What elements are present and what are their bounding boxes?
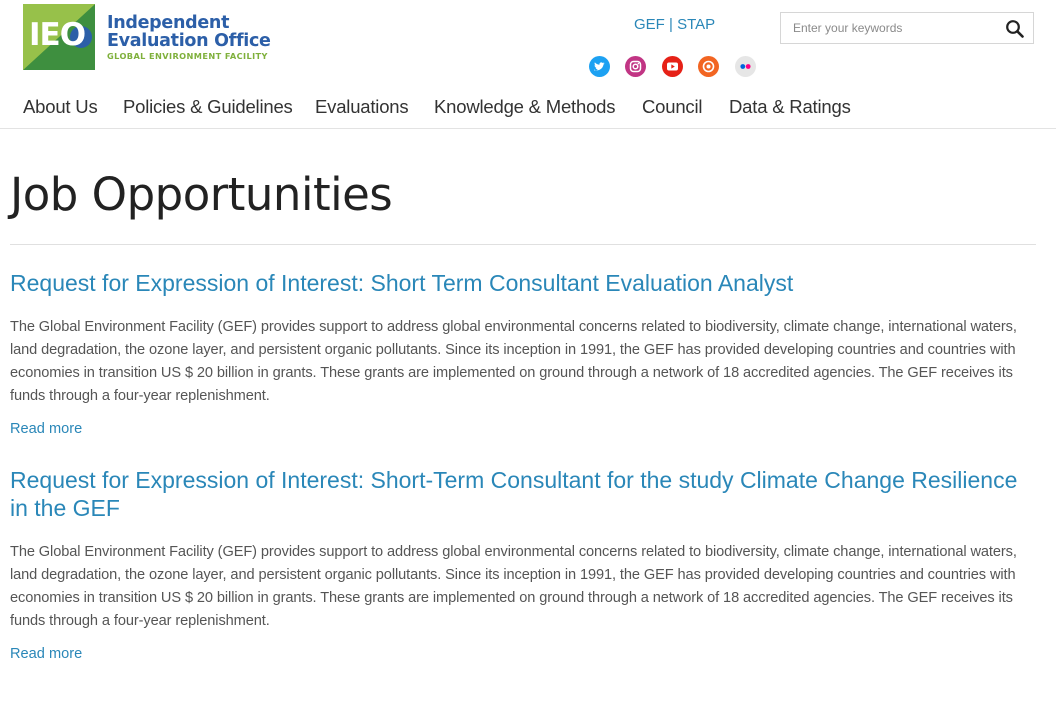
twitter-icon[interactable] xyxy=(589,56,610,77)
job-title: Request for Expression of Interest: Shor… xyxy=(10,466,1036,522)
job-description: The Global Environment Facility (GEF) pr… xyxy=(10,319,1017,404)
job-title: Request for Expression of Interest: Shor… xyxy=(10,269,1036,297)
page-title: Job Opportunities xyxy=(10,168,393,221)
logo-line-1: Independent xyxy=(107,13,230,33)
title-divider xyxy=(10,244,1036,245)
top-links: GEF | STAP xyxy=(634,16,715,33)
site-logo[interactable]: IEO Independent Evaluation Office GLOBAL… xyxy=(23,4,273,72)
youtube-icon[interactable] xyxy=(662,56,683,77)
nav-knowledge-methods[interactable]: Knowledge & Methods xyxy=(434,96,616,118)
logo-wordmark: Independent Evaluation Office GLOBAL ENV… xyxy=(107,14,271,60)
nav-data-ratings[interactable]: Data & Ratings xyxy=(729,96,851,118)
job-listing: Request for Expression of Interest: Shor… xyxy=(10,269,1036,438)
stap-link[interactable]: STAP xyxy=(677,16,715,33)
search-input[interactable] xyxy=(781,13,1003,43)
ieo-logo-icon: IEO xyxy=(23,4,95,70)
job-title-link[interactable]: Request for Expression of Interest: Shor… xyxy=(10,270,793,296)
nav-council[interactable]: Council xyxy=(642,96,702,118)
job-description: The Global Environment Facility (GEF) pr… xyxy=(10,544,1017,629)
nav-evaluations[interactable]: Evaluations xyxy=(315,96,409,118)
logo-line-3: GLOBAL ENVIRONMENT FACILITY xyxy=(107,51,268,61)
read-more-link[interactable]: Read more xyxy=(10,421,82,437)
nav-about-us[interactable]: About Us xyxy=(23,96,98,118)
read-more-link[interactable]: Read more xyxy=(10,646,82,662)
gef-link[interactable]: GEF xyxy=(634,16,665,33)
top-links-separator: | xyxy=(669,16,673,33)
nav-policies-guidelines[interactable]: Policies & Guidelines xyxy=(123,96,293,118)
job-listing: Request for Expression of Interest: Shor… xyxy=(10,466,1036,663)
site-header: IEO Independent Evaluation Office GLOBAL… xyxy=(0,0,1056,129)
flickr-icon[interactable] xyxy=(735,56,756,77)
instagram-icon[interactable] xyxy=(625,56,646,77)
search-box xyxy=(780,12,1034,44)
search-icon[interactable] xyxy=(1005,19,1025,39)
job-title-link[interactable]: Request for Expression of Interest: Shor… xyxy=(10,467,1017,521)
logo-letters: IEO xyxy=(29,17,86,53)
logo-line-2: Evaluation Office xyxy=(107,31,271,51)
rss-icon[interactable] xyxy=(698,56,719,77)
